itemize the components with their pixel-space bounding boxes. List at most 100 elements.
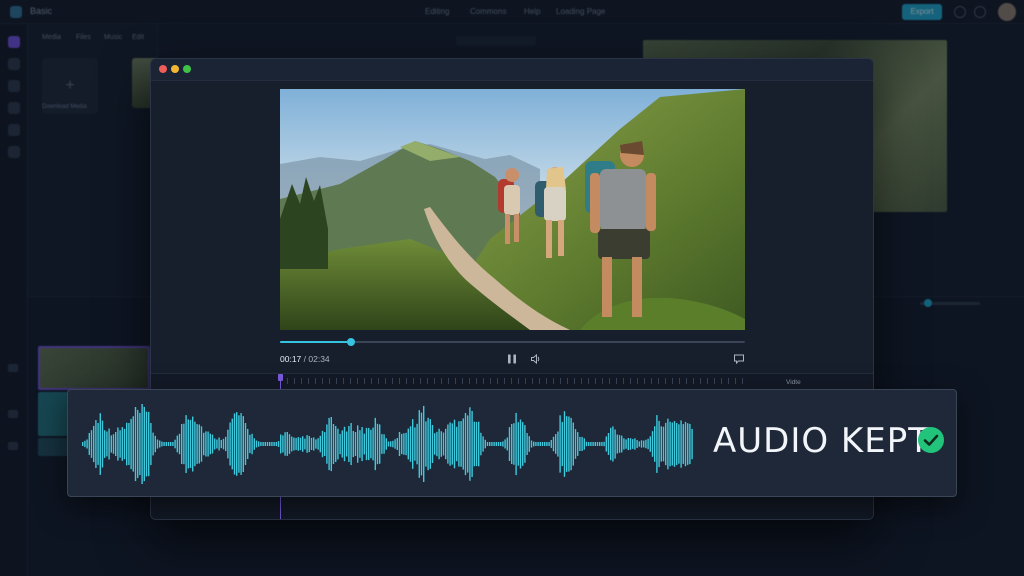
waveform-bar: [310, 437, 313, 450]
audio-waveform: [82, 404, 693, 484]
waveform-bar: [304, 438, 306, 450]
audio-kept-label: AUDIO KEPT: [713, 421, 930, 461]
transition-tool-icon[interactable]: [8, 146, 20, 158]
waveform-bar: [654, 426, 656, 462]
waveform-bar: [517, 422, 519, 466]
waveform-bar: [436, 431, 438, 457]
waveform-bar: [99, 413, 101, 475]
waveform-bar: [603, 441, 605, 447]
waveform-bar: [632, 439, 634, 449]
duration: 02:34: [308, 354, 330, 364]
waveform-bar: [409, 426, 412, 462]
waveform-bar: [405, 432, 407, 456]
nav-item-editing[interactable]: Editing: [425, 7, 449, 16]
nav-item-loading-page[interactable]: Loading Page: [556, 7, 605, 16]
waveform-bar: [423, 405, 425, 482]
waveform-bar: [528, 436, 530, 452]
export-button[interactable]: Export: [902, 4, 942, 20]
waveform-bar: [343, 426, 346, 462]
waveform-bar: [218, 437, 220, 451]
waveform-bar: [214, 438, 216, 450]
waveform-bar: [570, 417, 572, 471]
nav-item-commons[interactable]: Commons: [470, 7, 506, 16]
tab-music[interactable]: Music: [104, 34, 122, 41]
settings-icon[interactable]: [974, 6, 986, 18]
minimize-window-icon[interactable]: [171, 65, 179, 73]
track-audio-icon[interactable]: [8, 410, 18, 418]
waveform-bar: [640, 440, 643, 448]
waveform-bar: [392, 440, 394, 448]
tab-edit[interactable]: Edit: [132, 34, 144, 41]
waveform-bar: [563, 411, 566, 477]
waveform-bar: [152, 432, 154, 456]
check-circle-icon: [918, 427, 944, 453]
waveform-bar: [207, 431, 209, 457]
pause-icon: [508, 354, 516, 364]
waveform-bar: [86, 439, 88, 449]
waveform-bar: [200, 426, 203, 462]
waveform-bar: [658, 420, 660, 468]
audio-tool-icon[interactable]: [8, 58, 20, 70]
volume-button[interactable]: [530, 352, 542, 365]
waveform-bar: [88, 433, 90, 455]
waveform-bar: [398, 432, 401, 456]
waveform-bar: [581, 436, 583, 451]
tab-files[interactable]: Files: [76, 34, 91, 41]
effects-tool-icon[interactable]: [8, 102, 20, 114]
close-window-icon[interactable]: [159, 65, 167, 73]
waveform-bar: [453, 419, 456, 469]
waveform-bar: [464, 413, 467, 476]
waveform-bar: [313, 437, 315, 451]
waveform-bar: [638, 441, 640, 447]
pause-button[interactable]: [506, 352, 518, 364]
waveform-bar: [203, 432, 205, 456]
waveform-bar: [317, 438, 319, 450]
progress-bar[interactable]: [280, 338, 745, 346]
waveform-bar: [220, 439, 222, 449]
waveform-bar: [359, 430, 361, 458]
track-mute-icon[interactable]: [8, 442, 18, 450]
waveform-bar: [627, 438, 629, 451]
track-visibility-icon[interactable]: [8, 364, 18, 372]
progress-scrubber[interactable]: [347, 338, 356, 346]
waveform-bar: [643, 440, 645, 448]
media-tool-icon[interactable]: [8, 36, 20, 48]
waveform-bar: [244, 423, 247, 465]
timeline-ruler: [280, 378, 745, 384]
zoom-slider-handle[interactable]: [924, 299, 932, 307]
waveform-bar: [665, 422, 667, 466]
waveform-bar: [634, 438, 636, 450]
waveform-bar: [198, 424, 200, 464]
waveform-bar: [420, 412, 423, 476]
waveform-bar: [352, 430, 354, 458]
waveform-bar: [579, 436, 581, 451]
waveform-bar: [308, 436, 310, 453]
waveform-bar: [559, 415, 561, 473]
waveform-bar: [372, 427, 374, 461]
waveform-bar: [438, 428, 440, 460]
waveform-bar: [280, 434, 282, 454]
maximize-window-icon[interactable]: [183, 65, 191, 73]
text-tool-icon[interactable]: [8, 80, 20, 92]
help-icon[interactable]: [954, 6, 966, 18]
video-frame[interactable]: [280, 89, 745, 330]
video-clip[interactable]: [38, 346, 150, 390]
waveform-bar: [194, 421, 196, 467]
avatar[interactable]: [998, 3, 1016, 21]
waveform-bar: [229, 422, 231, 466]
waveform-bar: [277, 441, 280, 447]
subtitles-button[interactable]: [733, 352, 745, 365]
waveform-bar: [524, 425, 526, 463]
waveform-bar: [159, 440, 161, 448]
waveform-bar: [165, 442, 167, 446]
nav-item-help[interactable]: Help: [524, 7, 540, 16]
waveform-bar: [231, 418, 233, 470]
search-field[interactable]: [456, 36, 536, 46]
waveform-bar: [605, 436, 607, 452]
waveform-bar: [552, 436, 555, 452]
filter-tool-icon[interactable]: [8, 124, 20, 136]
waveform-bar: [469, 407, 471, 481]
waveform-bar: [445, 428, 447, 460]
waveform-bar: [379, 424, 381, 464]
tab-media[interactable]: Media: [42, 34, 61, 41]
